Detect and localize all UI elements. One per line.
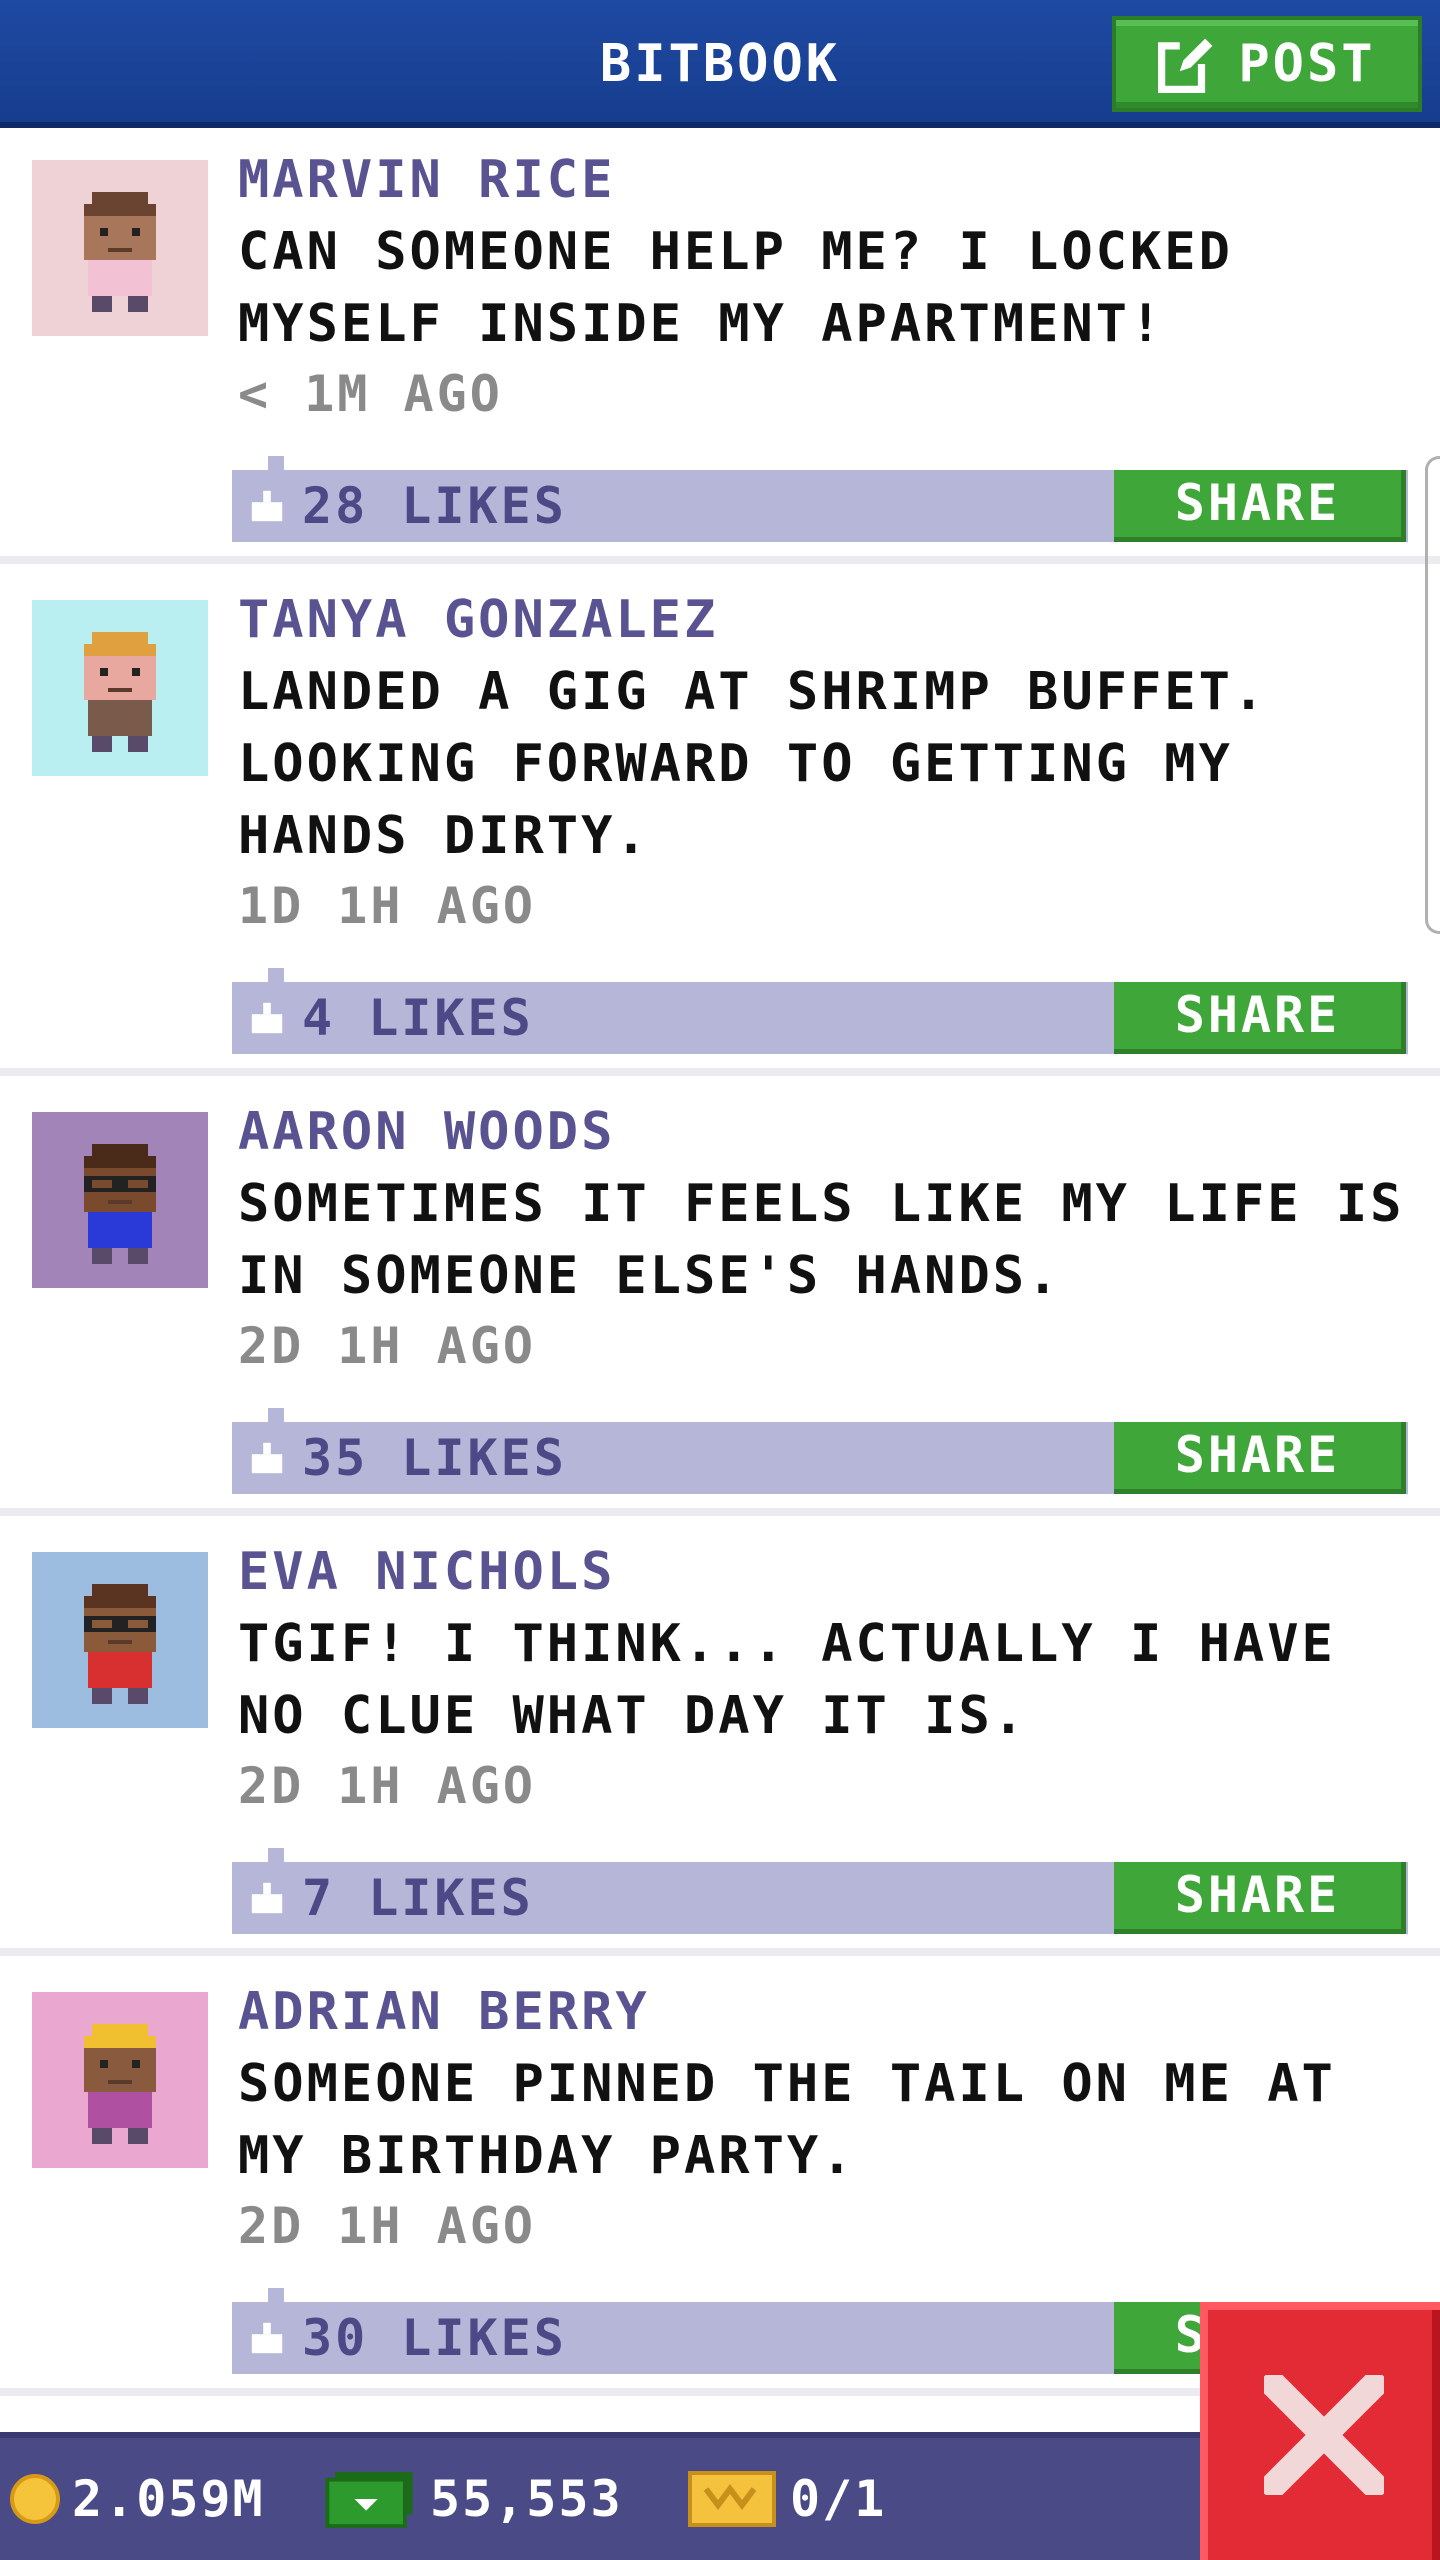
thumbs-up-icon: [248, 2319, 286, 2357]
thumbs-up-icon: [248, 1439, 286, 1477]
like-bar: 7 LIKES SHARE: [232, 1848, 1408, 1934]
post-author[interactable]: MARVIN RICE: [238, 150, 615, 210]
post-timestamp: 2D 1H AGO: [238, 1757, 536, 1815]
bux-value: 55,553: [430, 2470, 623, 2528]
post-author[interactable]: EVA NICHOLS: [238, 1542, 615, 1602]
post-item: TANYA GONZALEZ LANDED A GIG AT SHRIMP BUF…: [0, 574, 1440, 1076]
post-timestamp: < 1M AGO: [238, 365, 503, 423]
share-button[interactable]: SHARE: [1114, 982, 1406, 1054]
like-button[interactable]: 4 LIKES: [232, 982, 534, 1054]
scrollbar[interactable]: [1425, 456, 1440, 934]
close-button[interactable]: [1200, 2302, 1440, 2560]
like-button[interactable]: 30 LIKES: [232, 2302, 567, 2374]
post-item: MARVIN RICE CAN SOMEONE HELP ME? I LOCKED…: [0, 134, 1440, 564]
share-button[interactable]: SHARE: [1114, 470, 1406, 542]
post-item: AARON WOODS SOMETIMES IT FEELS LIKE MY LI…: [0, 1086, 1440, 1516]
thumbs-up-icon: [248, 1879, 286, 1917]
post-text: LANDED A GIG AT SHRIMP BUFFET. LOOKING F…: [238, 662, 1268, 866]
post-button-label: POST: [1238, 34, 1376, 94]
post-timestamp: 1D 1H AGO: [238, 877, 536, 935]
likes-count: 30 LIKES: [302, 2309, 567, 2367]
post-author[interactable]: ADRIAN BERRY: [238, 1982, 650, 2042]
thumbs-up-icon: [248, 999, 286, 1037]
header-bar: BITBOOK POST: [0, 0, 1440, 128]
post-text: SOMEONE PINNED THE TAIL ON ME AT MY BIRT…: [238, 2054, 1336, 2186]
vip-stat: 0/1: [686, 2438, 886, 2560]
like-bar-notch: [268, 1848, 284, 1862]
share-button[interactable]: SHARE: [1114, 1422, 1406, 1494]
avatar[interactable]: [32, 160, 208, 336]
vip-value: 0/1: [790, 2470, 887, 2528]
post-text: CAN SOMEONE HELP ME? I LOCKED MYSELF INS…: [238, 222, 1233, 354]
avatar[interactable]: [32, 1552, 208, 1728]
like-bar-notch: [268, 456, 284, 470]
likes-count: 28 LIKES: [302, 477, 567, 535]
bux-stat: 55,553: [322, 2438, 623, 2560]
post-button[interactable]: POST: [1112, 16, 1422, 112]
post-author[interactable]: TANYA GONZALEZ: [238, 590, 718, 650]
coins-value: 2.059M: [72, 2470, 265, 2528]
bux-icon: [322, 2468, 418, 2530]
post-author[interactable]: AARON WOODS: [238, 1102, 615, 1162]
coin-icon: [10, 2474, 60, 2524]
like-button[interactable]: 28 LIKES: [232, 470, 567, 542]
like-bar: 4 LIKES SHARE: [232, 968, 1408, 1054]
vip-icon: [686, 2469, 778, 2529]
post-text: TGIF! I THINK... ACTUALLY I HAVE NO CLUE…: [238, 1614, 1336, 1746]
likes-count: 7 LIKES: [302, 1869, 534, 1927]
post-item: EVA NICHOLS TGIF! I THINK... ACTUALLY I H…: [0, 1526, 1440, 1956]
like-bar-notch: [268, 968, 284, 982]
like-bar: 28 LIKES SHARE: [232, 456, 1408, 542]
likes-count: 4 LIKES: [302, 989, 534, 1047]
like-button[interactable]: 7 LIKES: [232, 1862, 534, 1934]
avatar[interactable]: [32, 600, 208, 776]
post-text: SOMETIMES IT FEELS LIKE MY LIFE IS IN SO…: [238, 1174, 1405, 1306]
edit-icon: [1158, 35, 1216, 93]
coins-stat: 2.059M: [10, 2438, 265, 2560]
like-bar-notch: [268, 1408, 284, 1422]
thumbs-up-icon: [248, 487, 286, 525]
app-root: BITBOOK POST MARVIN RICE CAN SOMEONE HELP…: [0, 0, 1440, 2560]
like-bar-notch: [268, 2288, 284, 2302]
post-timestamp: 2D 1H AGO: [238, 2197, 536, 2255]
like-bar: 35 LIKES SHARE: [232, 1408, 1408, 1494]
post-timestamp: 2D 1H AGO: [238, 1317, 536, 1375]
share-button[interactable]: SHARE: [1114, 1862, 1406, 1934]
like-button[interactable]: 35 LIKES: [232, 1422, 567, 1494]
avatar[interactable]: [32, 1992, 208, 2168]
close-icon: [1264, 2375, 1384, 2495]
avatar[interactable]: [32, 1112, 208, 1288]
likes-count: 35 LIKES: [302, 1429, 567, 1487]
